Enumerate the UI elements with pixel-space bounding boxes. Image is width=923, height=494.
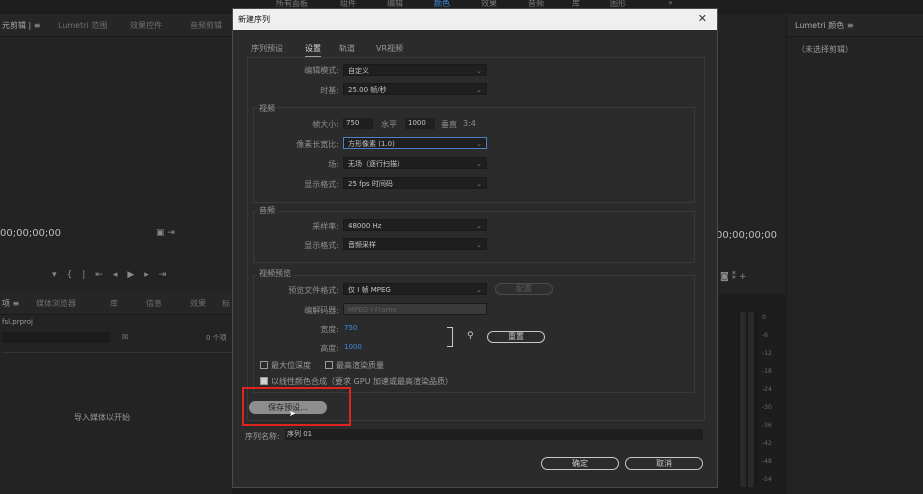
timebase-label: 时基: [320, 86, 339, 95]
max-render-quality-checkbox[interactable] [325, 361, 333, 369]
project-panel: 项 ≡ 媒体浏览器 库 信息 效果 标 fsl.prproj ☒ 0 个项 导入… [0, 292, 232, 494]
project-search-input[interactable] [2, 332, 110, 343]
reset-button[interactable]: 重置 [487, 331, 545, 343]
link-bracket [447, 327, 453, 347]
frame-width-input[interactable]: 750 [343, 118, 373, 129]
tab-media-browser[interactable]: 媒体浏览器 [36, 298, 76, 309]
no-clip-selected-text: （未选择剪辑） [797, 45, 853, 54]
tab-lumetri-color[interactable]: Lumetri 颜色 ≡ [795, 20, 854, 31]
tab-audio-clip[interactable]: 音频剪辑 [190, 20, 222, 31]
edit-mode-select[interactable]: 自定义 ⌄ [343, 64, 487, 76]
audio-meter [738, 312, 758, 487]
camera-icon[interactable]: ◙ ⁑ + [720, 272, 747, 282]
tab-markers[interactable]: 标 [222, 298, 230, 309]
fields-select[interactable]: 无场（逐行扫描） ⌄ [343, 157, 487, 169]
preview-width-label: 宽度: [320, 325, 339, 334]
tab-tracks[interactable]: 轨道 [339, 43, 355, 54]
search-icon[interactable]: ☒ [122, 333, 128, 341]
tab-info[interactable]: 信息 [146, 298, 162, 309]
tab-libraries[interactable]: 库 [110, 298, 118, 309]
chevron-down-icon: ⌄ [476, 222, 482, 230]
tab-source[interactable]: 元剪辑 | ≡ [2, 20, 40, 31]
max-bit-depth-label: 最大位深度 [271, 361, 311, 370]
chevron-down-icon: ⌄ [476, 86, 482, 94]
chevron-down-icon: ⌄ [476, 67, 482, 75]
edit-mode-label: 编辑模式: [304, 66, 339, 75]
audio-display-format-label: 显示格式: [304, 241, 339, 250]
chevron-down-icon: ⌄ [476, 180, 482, 188]
project-name: fsl.prproj [2, 318, 33, 326]
aspect-ratio-value: 3:4 [463, 119, 476, 128]
video-section-title: 视频 [257, 103, 277, 114]
import-media-hint[interactable]: 导入媒体以开始 [74, 412, 130, 423]
preview-height-value[interactable]: 1000 [344, 343, 362, 351]
new-sequence-dialog: 新建序列 ✕ 序列预设 设置 轨道 VR视频 编辑模式: 自定义 ⌄ 时基: 25… [232, 8, 718, 488]
dialog-title: 新建序列 [238, 15, 270, 24]
program-monitor-panel: 00;00;00;00 ◙ ⁑ + [716, 14, 786, 294]
codec-select[interactable]: MPEG I-Frame [343, 303, 487, 315]
program-timecode[interactable]: 00;00;00;00 [716, 230, 777, 241]
video-display-format-label: 显示格式: [304, 180, 339, 189]
sequence-name-label: 序列名称: [245, 432, 280, 441]
chevron-down-icon: ⌄ [476, 241, 482, 249]
video-previews-section-title: 视频预览 [257, 268, 293, 279]
workspace-more-chevron-icon[interactable]: » [668, 0, 673, 7]
item-count: 0 个项 [206, 334, 227, 342]
frame-height-input[interactable]: 1000 [405, 118, 435, 129]
vertical-label: 垂直 [441, 120, 457, 129]
tab-effects[interactable]: 效果 [190, 298, 206, 309]
tab-effect-controls[interactable]: 效果控件 [130, 20, 162, 31]
frame-size-label: 帧大小: [312, 120, 339, 129]
max-render-quality-label: 最高渲染质量 [336, 361, 384, 370]
source-timecode[interactable]: 00;00;00;00 [0, 228, 61, 239]
link-icon[interactable]: ⚲ [467, 331, 474, 341]
preview-format-select[interactable]: 仅 I 帧 MPEG ⌄ [343, 283, 487, 295]
sample-rate-select[interactable]: 48000 Hz ⌄ [343, 219, 487, 231]
mouse-cursor-icon: ➤ [289, 409, 296, 418]
transport-controls[interactable]: ▾{|⇤◂▶▸⇥ [52, 270, 176, 280]
linear-color-checkbox[interactable] [260, 377, 268, 385]
configure-button[interactable]: 配置 [495, 283, 553, 295]
pixel-aspect-select[interactable]: 方形像素 (1.0) ⌄ [343, 137, 487, 149]
save-preset-button[interactable]: 保存预设... [249, 401, 327, 414]
settings-icon[interactable]: ▣ ⇥ [156, 228, 175, 238]
sample-rate-label: 采样率: [312, 222, 339, 231]
timebase-select[interactable]: 25.00 帧/秒 ⌄ [343, 83, 487, 95]
ok-button[interactable]: 确定 [541, 457, 619, 470]
dialog-titlebar: 新建序列 ✕ [233, 9, 717, 30]
codec-label: 编解码器: [304, 306, 339, 315]
audio-meter-scale: 0 -6 -12 -18 -24 -30 -36 -42 -48 -54 [762, 314, 772, 483]
tab-project[interactable]: 项 ≡ [2, 298, 19, 309]
audio-display-format-select[interactable]: 音频采样 ⌄ [343, 238, 487, 250]
horizontal-label: 水平 [381, 120, 397, 129]
pixel-aspect-label: 像素长宽比: [296, 140, 339, 149]
tab-sequence-presets[interactable]: 序列预设 [251, 43, 283, 54]
tab-settings[interactable]: 设置 [305, 43, 321, 57]
chevron-down-icon: ⌄ [476, 160, 482, 168]
preview-height-label: 高度: [320, 344, 339, 353]
cancel-button[interactable]: 取消 [625, 457, 703, 470]
tab-vr-video[interactable]: VR视频 [376, 43, 403, 54]
chevron-down-icon: ⌄ [476, 140, 482, 148]
fields-label: 场: [328, 160, 339, 169]
audio-section-title: 音频 [257, 205, 277, 216]
chevron-down-icon: ⌄ [476, 286, 482, 294]
preview-width-value[interactable]: 750 [344, 324, 357, 332]
lumetri-color-panel: Lumetri 颜色 ≡ （未选择剪辑） [787, 14, 923, 494]
close-icon[interactable]: ✕ [698, 12, 707, 25]
source-monitor-panel: 元剪辑 | ≡ Lumetri 范围 效果控件 音频剪辑 00;00;00;00… [0, 14, 232, 294]
sequence-name-input[interactable]: 序列 01 [285, 429, 703, 440]
max-bit-depth-checkbox[interactable] [260, 361, 268, 369]
linear-color-label: 以线性颜色合成（要求 GPU 加速或最高渲染品质） [271, 377, 453, 386]
tab-lumetri-scopes[interactable]: Lumetri 范围 [58, 20, 107, 31]
preview-format-label: 预览文件格式: [288, 286, 339, 295]
video-display-format-select[interactable]: 25 fps 时间码 ⌄ [343, 177, 487, 189]
